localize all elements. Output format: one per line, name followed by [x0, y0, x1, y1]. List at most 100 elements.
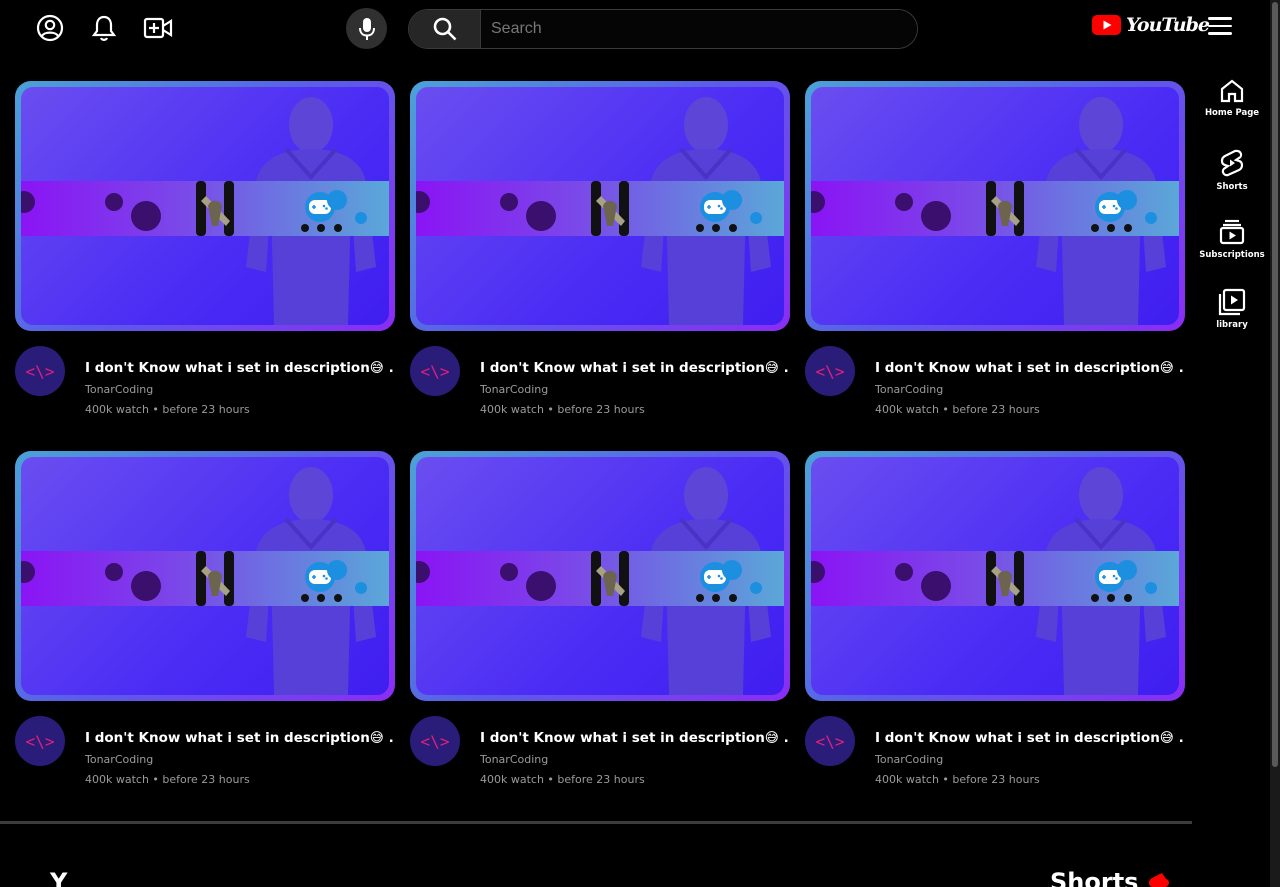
channel-avatar[interactable]: <\>	[410, 346, 460, 396]
search-bar	[408, 9, 918, 49]
video-card: <\> I don't Know what i set in descripti…	[410, 451, 790, 791]
notifications-bell-icon[interactable]	[88, 12, 120, 44]
video-thumbnail[interactable]	[410, 451, 790, 701]
twitter-icon	[1107, 224, 1115, 232]
thumbnail-banner	[416, 551, 784, 606]
twitter-icon	[317, 224, 325, 232]
channel-avatar[interactable]: <\>	[15, 716, 65, 766]
page-scrollbar[interactable]	[1270, 0, 1280, 887]
facebook-icon	[696, 224, 704, 232]
shorts-icon	[1220, 149, 1244, 177]
search-input[interactable]	[481, 10, 917, 48]
channel-avatar[interactable]: <\>	[15, 346, 65, 396]
twitter-icon	[712, 224, 720, 232]
voice-search-button[interactable]	[346, 8, 387, 49]
channel-name[interactable]: TonarCoding	[480, 753, 548, 766]
hamburger-menu-icon[interactable]	[1208, 12, 1236, 40]
video-card: <\> I don't Know what i set in descripti…	[15, 451, 395, 791]
search-button[interactable]	[409, 10, 481, 48]
sidebar-item-label: library	[1216, 320, 1248, 330]
video-title[interactable]: I don't Know what i set in description😅 …	[85, 360, 394, 376]
channel-logo-image	[986, 181, 1024, 236]
facebook-icon	[696, 594, 704, 602]
instagram-icon	[729, 224, 737, 232]
account-icon[interactable]	[34, 12, 66, 44]
instagram-icon	[334, 224, 342, 232]
video-title[interactable]: I don't Know what i set in description😅 …	[85, 730, 394, 746]
create-video-icon[interactable]	[142, 12, 174, 44]
home-icon	[1220, 79, 1244, 103]
channel-logo-image	[986, 551, 1024, 606]
video-thumbnail[interactable]	[15, 81, 395, 331]
scrollbar-thumb[interactable]	[1272, 2, 1278, 767]
channel-name[interactable]: TonarCoding	[85, 383, 153, 396]
video-thumbnail[interactable]	[15, 451, 395, 701]
top-bar: YouTube	[0, 0, 1270, 60]
thumbnail-banner	[21, 551, 389, 606]
channel-avatar[interactable]: <\>	[410, 716, 460, 766]
sidebar-item-library[interactable]: library	[1197, 288, 1267, 358]
avatar-code-icon: <\>	[420, 361, 450, 381]
twitter-icon	[712, 594, 720, 602]
shorts-heading-text: Shorts	[1050, 868, 1139, 887]
video-card: <\> I don't Know what i set in descripti…	[805, 81, 1185, 421]
channel-logo-image	[591, 551, 629, 606]
channel-avatar[interactable]: <\>	[805, 346, 855, 396]
channel-name[interactable]: TonarCoding	[875, 753, 943, 766]
video-title[interactable]: I don't Know what i set in description😅 …	[480, 360, 789, 376]
logo-text: YouTube	[1126, 14, 1210, 36]
facebook-icon	[301, 224, 309, 232]
video-stats: 400k watch • before 23 hours	[480, 773, 645, 786]
channel-name[interactable]: TonarCoding	[85, 753, 153, 766]
video-card: <\> I don't Know what i set in descripti…	[805, 451, 1185, 791]
sidebar: Home Page Shorts Subscriptions library	[1197, 78, 1267, 358]
section-divider	[0, 821, 1192, 824]
avatar-code-icon: <\>	[815, 731, 845, 751]
facebook-icon	[301, 594, 309, 602]
avatar-code-icon: <\>	[25, 731, 55, 751]
section-heading-peek: Y	[50, 868, 68, 887]
instagram-icon	[1124, 594, 1132, 602]
sidebar-item-label: Shorts	[1216, 182, 1248, 192]
sidebar-item-home[interactable]: Home Page	[1197, 78, 1267, 148]
channel-name[interactable]: TonarCoding	[875, 383, 943, 396]
video-stats: 400k watch • before 23 hours	[85, 773, 250, 786]
thumbnail-banner	[21, 181, 389, 236]
video-grid: <\> I don't Know what i set in descripti…	[15, 81, 1185, 791]
video-title[interactable]: I don't Know what i set in description😅 …	[480, 730, 789, 746]
video-stats: 400k watch • before 23 hours	[480, 403, 645, 416]
video-stats: 400k watch • before 23 hours	[875, 403, 1040, 416]
avatar-code-icon: <\>	[420, 731, 450, 751]
thumbnail-banner	[416, 181, 784, 236]
twitter-icon	[1107, 594, 1115, 602]
shorts-section-heading: Shorts	[1050, 868, 1172, 887]
channel-logo-image	[196, 181, 234, 236]
avatar-code-icon: <\>	[25, 361, 55, 381]
video-stats: 400k watch • before 23 hours	[875, 773, 1040, 786]
facebook-icon	[1091, 224, 1099, 232]
channel-logo-image	[196, 551, 234, 606]
video-thumbnail[interactable]	[805, 81, 1185, 331]
thumbnail-banner	[811, 551, 1179, 606]
video-stats: 400k watch • before 23 hours	[85, 403, 250, 416]
video-title[interactable]: I don't Know what i set in description😅 …	[875, 360, 1184, 376]
video-thumbnail[interactable]	[410, 81, 790, 331]
video-thumbnail[interactable]	[805, 451, 1185, 701]
youtube-logo[interactable]: YouTube	[1092, 14, 1210, 36]
channel-avatar[interactable]: <\>	[805, 716, 855, 766]
instagram-icon	[1124, 224, 1132, 232]
channel-name[interactable]: TonarCoding	[480, 383, 548, 396]
twitter-icon	[317, 594, 325, 602]
sidebar-item-label: Home Page	[1204, 108, 1260, 118]
sidebar-item-subscriptions[interactable]: Subscriptions	[1197, 218, 1267, 288]
sidebar-item-shorts[interactable]: Shorts	[1197, 148, 1267, 218]
subscriptions-icon	[1219, 219, 1245, 245]
video-card: <\> I don't Know what i set in descripti…	[15, 81, 395, 421]
video-card: <\> I don't Know what i set in descripti…	[410, 81, 790, 421]
instagram-icon	[334, 594, 342, 602]
youtube-play-icon	[1092, 15, 1121, 35]
instagram-icon	[729, 594, 737, 602]
page: YouTube Home Page Shorts	[0, 0, 1280, 887]
video-title[interactable]: I don't Know what i set in description😅 …	[875, 730, 1184, 746]
channel-logo-image	[591, 181, 629, 236]
